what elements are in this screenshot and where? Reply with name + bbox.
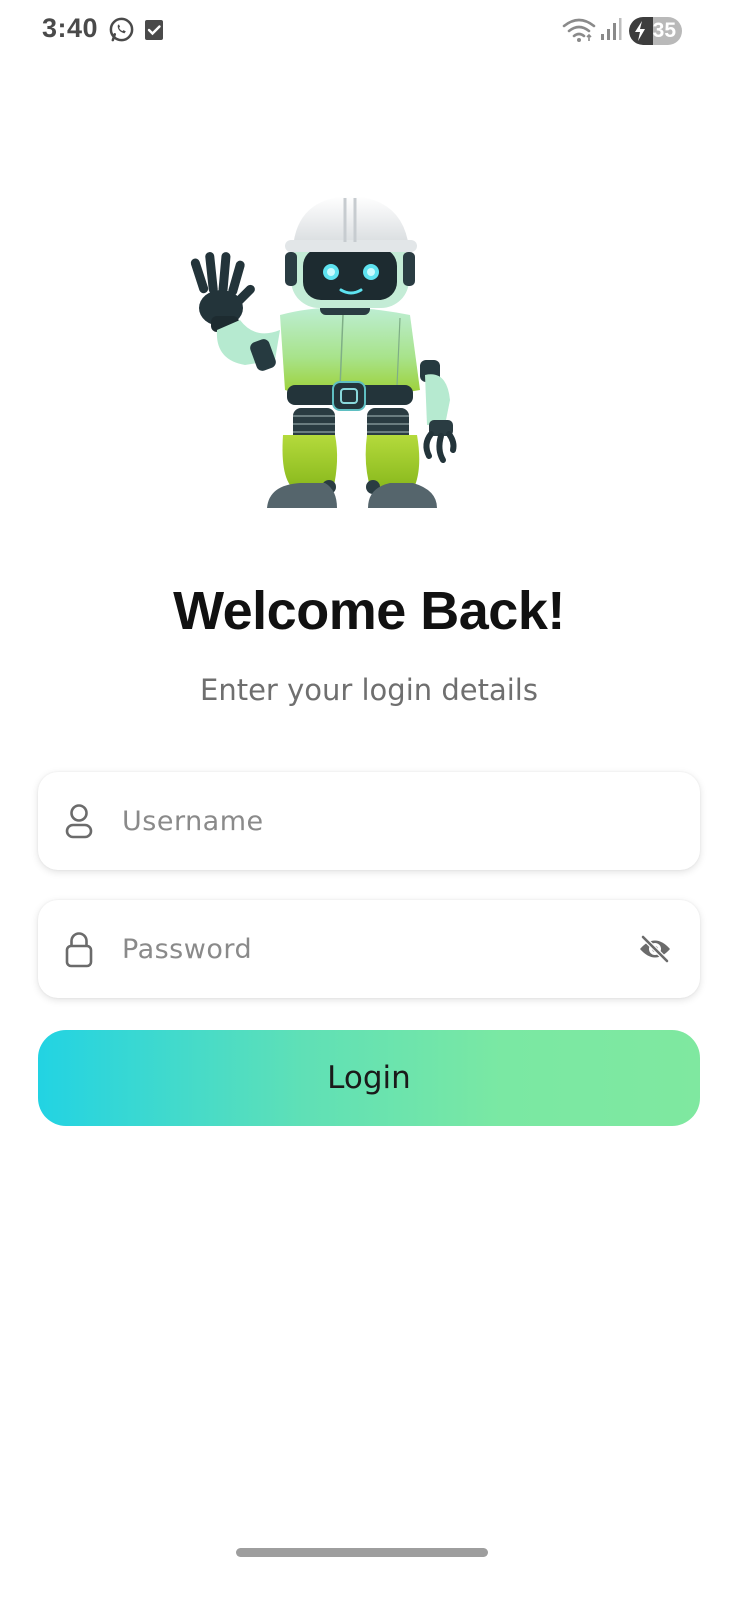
login-button[interactable]: Login (38, 1030, 700, 1126)
login-screen: 3:40 35 Welcome Back! Enter your login d… (0, 0, 738, 1600)
battery-indicator: 35 (629, 17, 682, 45)
username-input[interactable] (122, 796, 602, 846)
battery-charging-icon (635, 21, 645, 41)
eye-off-icon[interactable] (638, 934, 672, 964)
welcome-subtitle: Enter your login details (200, 673, 538, 707)
whatsapp-icon (109, 17, 134, 42)
password-field[interactable] (38, 900, 700, 998)
status-bar: 3:40 35 (0, 0, 738, 60)
username-field[interactable] (38, 772, 700, 870)
lock-icon (65, 932, 93, 968)
battery-level: 35 (652, 19, 676, 42)
wifi-icon (562, 18, 596, 42)
password-input[interactable] (122, 924, 602, 974)
user-icon (65, 804, 93, 839)
welcome-title: Welcome Back! (173, 581, 565, 641)
home-indicator[interactable] (236, 1548, 488, 1557)
signal-icon (601, 18, 622, 40)
status-time: 3:40 (42, 13, 99, 43)
checkbox-notification-icon (145, 20, 163, 40)
waving-robot-illustration (190, 196, 457, 508)
